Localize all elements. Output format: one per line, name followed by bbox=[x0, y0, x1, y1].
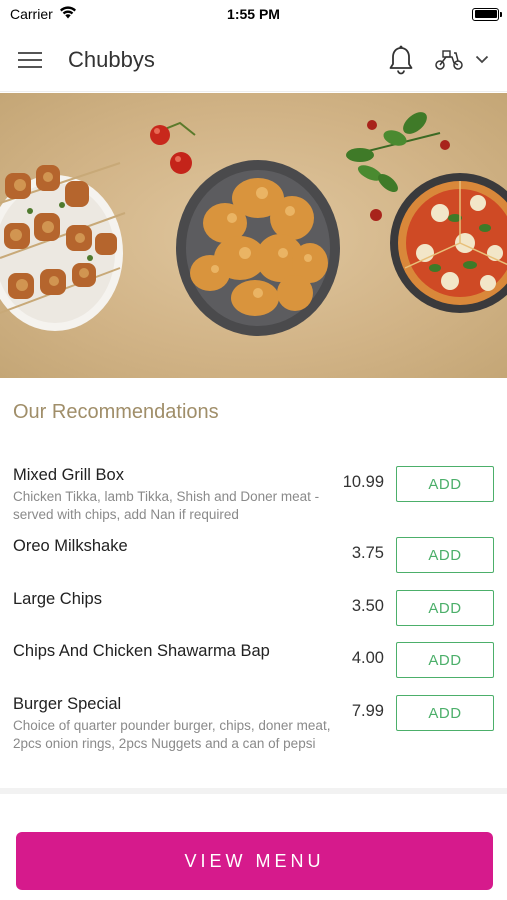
add-button[interactable]: ADD bbox=[396, 466, 494, 502]
carrier-label: Carrier bbox=[10, 6, 53, 22]
bell-icon[interactable] bbox=[381, 28, 421, 92]
pizza bbox=[390, 173, 507, 313]
item-price: 7.99 bbox=[351, 702, 384, 720]
add-button[interactable]: ADD bbox=[396, 537, 494, 573]
item-price: 4.00 bbox=[351, 649, 384, 667]
hero-illustration bbox=[0, 112, 507, 336]
add-button[interactable]: ADD bbox=[396, 695, 494, 731]
fried-chicken-plate bbox=[176, 160, 340, 336]
status-bar: Carrier 1:55 PM bbox=[0, 0, 507, 28]
scooter-icon[interactable] bbox=[429, 28, 469, 92]
item-description: Chicken Tikka, lamb Tikka, Shish and Don… bbox=[13, 489, 320, 522]
cherry-tomatoes bbox=[150, 121, 196, 174]
battery-fill bbox=[474, 10, 497, 18]
item-name: Oreo Milkshake bbox=[13, 537, 128, 555]
add-button[interactable]: ADD bbox=[396, 642, 494, 678]
battery-icon bbox=[472, 7, 502, 21]
item-price: 3.75 bbox=[351, 544, 384, 562]
divider bbox=[0, 788, 507, 794]
item-description: Choice of quarter pounder burger, chips,… bbox=[13, 718, 331, 751]
item-name: Mixed Grill Box bbox=[13, 466, 124, 484]
skewers-plate bbox=[0, 162, 126, 331]
wifi-icon bbox=[59, 6, 77, 22]
item-name: Chips And Chicken Shawarma Bap bbox=[13, 642, 270, 660]
item-name: Large Chips bbox=[13, 590, 102, 608]
status-left: Carrier bbox=[10, 6, 77, 22]
item-price: 10.99 bbox=[342, 473, 384, 491]
chevron-down-icon[interactable] bbox=[469, 28, 495, 92]
app-title: Chubbys bbox=[68, 46, 155, 72]
section-title: Our Recommendations bbox=[13, 401, 219, 423]
hamburger-menu-icon[interactable] bbox=[0, 28, 60, 92]
view-menu-button[interactable]: VIEW MENU bbox=[16, 832, 493, 890]
nav-bar: Chubbys bbox=[0, 28, 507, 92]
hero-food-banner bbox=[0, 93, 507, 378]
item-name: Burger Special bbox=[13, 695, 122, 713]
add-button[interactable]: ADD bbox=[396, 590, 494, 626]
item-price: 3.50 bbox=[351, 597, 384, 615]
